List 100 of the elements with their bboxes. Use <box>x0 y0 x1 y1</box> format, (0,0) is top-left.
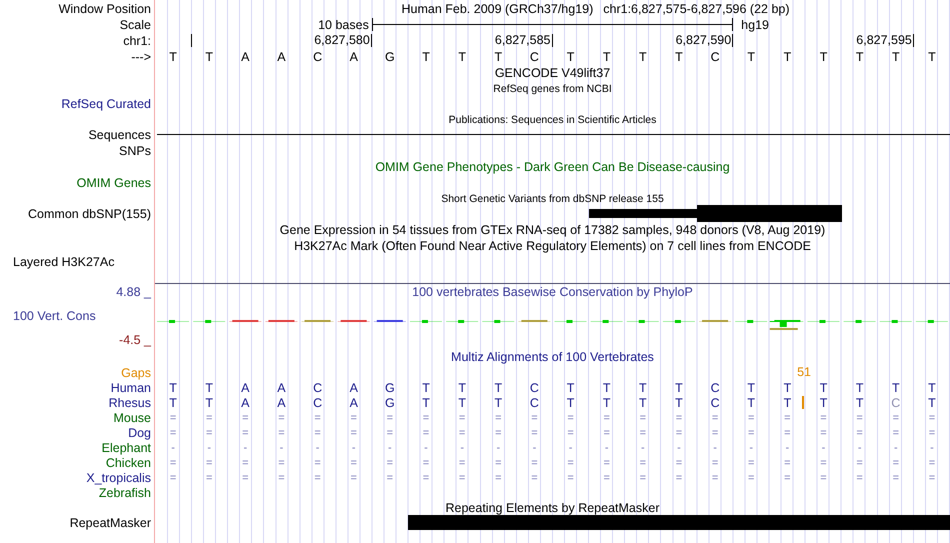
track-title: Publications: Sequences in Scientific Articles <box>448 114 656 126</box>
track-title: Short Genetic Variants from dbSNP release 155 <box>441 192 664 204</box>
alignment-base: A <box>241 396 250 410</box>
species-label: Chicken <box>106 456 151 470</box>
assembly-label: hg19 <box>741 18 769 32</box>
base-letter: T <box>422 50 430 64</box>
track-label[interactable]: SNPs <box>119 144 151 158</box>
alignment-base: T <box>422 380 430 394</box>
species-label: Zebrafish <box>98 486 151 500</box>
alignment-base: = <box>892 426 899 440</box>
alignment-base: = <box>748 410 754 424</box>
base-letter: G <box>385 50 395 64</box>
alignment-base: = <box>242 470 249 484</box>
alignment-base: T <box>747 380 756 394</box>
alignment-base: = <box>170 456 176 470</box>
species-label: Human <box>110 380 151 394</box>
species-label: Elephant <box>102 440 151 454</box>
base-letter: T <box>169 50 177 64</box>
alignment-base: C <box>313 380 322 394</box>
base-letter: T <box>784 50 792 64</box>
alignment-base: - <box>568 440 572 454</box>
repeat-bar[interactable] <box>408 515 950 530</box>
alignment-base: = <box>495 470 502 484</box>
alignment-base: = <box>712 470 718 484</box>
track-label[interactable]: Layered H3K27Ac <box>13 255 114 269</box>
alignment-base: = <box>784 410 791 424</box>
position-tick-label: 6,827,590 <box>676 34 734 47</box>
alignment-base: T <box>422 396 430 410</box>
variant-bar[interactable] <box>697 205 842 222</box>
alignment-base: = <box>495 456 502 470</box>
position-tick-label: 6,827,595 <box>856 34 914 47</box>
alignment-base: = <box>206 426 212 440</box>
track-label[interactable]: Common dbSNP(155) <box>28 207 151 221</box>
alignment-base: = <box>748 426 754 440</box>
alignment-base: T <box>205 396 214 410</box>
scale-text: 10 bases <box>318 18 369 32</box>
alignment-base: T <box>494 380 502 394</box>
alignment-base: - <box>460 440 464 454</box>
alignment-base: = <box>676 456 682 470</box>
track-label[interactable]: OMIM Genes <box>76 176 151 190</box>
track-label: Scale <box>120 18 151 32</box>
alignment-base: = <box>422 410 430 424</box>
alignment-base: C <box>530 396 539 410</box>
track-label: chr1: <box>123 34 151 48</box>
base-letter: T <box>747 50 756 64</box>
alignment-base: T <box>169 380 177 394</box>
alignment-base: = <box>784 456 791 470</box>
track-label[interactable]: 100 Vert. Cons <box>13 309 96 323</box>
alignment-base: = <box>206 456 212 470</box>
alignment-base: G <box>385 380 395 394</box>
track-label[interactable]: RefSeq Curated <box>61 97 151 111</box>
alignment-base: - <box>786 440 790 454</box>
species-label: Mouse <box>113 410 151 424</box>
alignment-base: = <box>856 426 863 440</box>
alignment-base: = <box>278 426 285 440</box>
track-title: H3K27Ac Mark (Often Found Near Active Regulatory Elements) on 7 cell lines from ENCODE <box>294 239 811 253</box>
alignment-base: = <box>603 470 610 484</box>
base-letter: A <box>350 50 358 64</box>
alignment-base: = <box>531 470 538 484</box>
base-letter: T <box>820 50 828 64</box>
alignment-base: T <box>784 380 792 394</box>
alignment-base: - <box>930 440 934 454</box>
alignment-base: = <box>350 410 357 424</box>
alignment-base: = <box>458 426 466 440</box>
base-letter: T <box>494 50 502 64</box>
alignment-base: = <box>928 426 936 440</box>
alignment-base: T <box>820 396 828 410</box>
alignment-base: = <box>458 456 466 470</box>
alignment-base: = <box>531 456 538 470</box>
track-title: Repeating Elements by RepeatMasker <box>445 500 660 514</box>
alignment-base: = <box>712 410 718 424</box>
base-letter: T <box>205 50 214 64</box>
alignment-base: C <box>891 396 900 410</box>
alignment-base: = <box>820 410 827 424</box>
track-label: ---> <box>131 50 151 64</box>
base-letter: C <box>313 50 322 64</box>
alignment-base: T <box>820 380 828 394</box>
track-label[interactable]: RepeatMasker <box>70 516 151 530</box>
alignment-base: = <box>386 470 394 484</box>
alignment-base: = <box>567 470 574 484</box>
alignment-base: = <box>892 410 899 424</box>
alignment-base: = <box>314 410 321 424</box>
alignment-base: = <box>820 456 827 470</box>
base-letter: A <box>241 50 250 64</box>
alignment-base: = <box>531 426 538 440</box>
axis-min-label: -4.5 _ <box>119 333 151 347</box>
alignment-base: - <box>858 440 862 454</box>
alignment-base: T <box>566 396 574 410</box>
alignment-base: = <box>928 456 936 470</box>
alignment-base: C <box>710 380 720 394</box>
alignment-base: = <box>422 470 430 484</box>
alignment-base: = <box>350 456 357 470</box>
alignment-base: = <box>206 410 212 424</box>
variant-bar[interactable] <box>588 209 698 218</box>
alignment-base: A <box>277 396 286 410</box>
alignment-base: C <box>530 380 539 394</box>
alignment-base: = <box>567 426 574 440</box>
alignment-base: = <box>676 410 682 424</box>
track-label[interactable]: Sequences <box>88 128 151 142</box>
axis-max-label: 4.88 _ <box>116 285 151 299</box>
